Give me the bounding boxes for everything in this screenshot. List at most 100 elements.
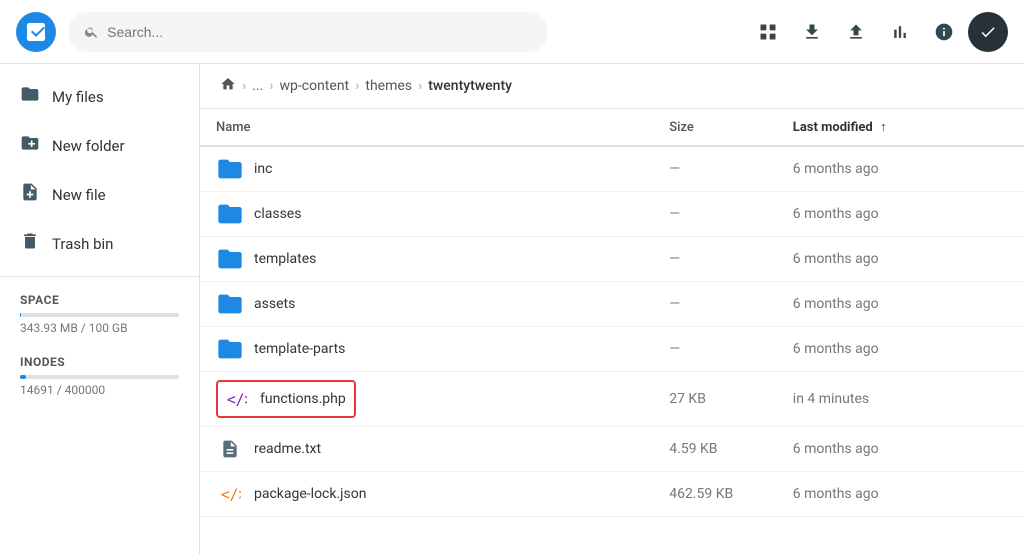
inodes-bar-fill [20, 375, 26, 379]
table-row[interactable]: </> package-lock.json 462.59 KB 6 months… [200, 472, 1024, 517]
download-button[interactable] [792, 12, 832, 52]
file-name-cell: template-parts [216, 335, 637, 363]
file-name: readme.txt [254, 441, 321, 457]
trash-icon [20, 231, 40, 256]
file-modified: 6 months ago [777, 327, 1024, 372]
table-row[interactable]: template-parts — 6 months ago [200, 327, 1024, 372]
space-section-title: Space [0, 285, 199, 309]
sidebar-item-new-folder[interactable]: New folder [0, 121, 199, 170]
table-row[interactable]: </> functions.php 27 KB in 4 minutes [200, 372, 1024, 427]
file-size: — [653, 146, 777, 192]
sort-arrow: ↑ [880, 120, 887, 135]
space-text: 343.93 MB / 100 GB [20, 321, 179, 335]
file-name: assets [254, 296, 295, 312]
info-button[interactable] [924, 12, 964, 52]
file-size: — [653, 327, 777, 372]
table-row[interactable]: inc — 6 months ago [200, 146, 1024, 192]
space-bar-background [20, 313, 179, 317]
table-row[interactable]: templates — 6 months ago [200, 237, 1024, 282]
file-size: 462.59 KB [653, 472, 777, 517]
inodes-text: 14691 / 400000 [20, 383, 179, 397]
sidebar-item-trash-label: Trash bin [52, 235, 113, 253]
file-name-cell: </> package-lock.json [216, 480, 637, 508]
file-name-cell: classes [216, 200, 637, 228]
table-row[interactable]: assets — 6 months ago [200, 282, 1024, 327]
file-name: package-lock.json [254, 486, 366, 502]
file-name: inc [254, 161, 272, 177]
file-name: classes [254, 206, 301, 222]
main-content: › ... › wp-content › themes › twentytwen… [200, 64, 1024, 554]
sidebar-divider-1 [0, 276, 199, 277]
sidebar: My files New folder New file Trash bin S… [0, 64, 200, 554]
col-header-modified[interactable]: Last modified ↑ [777, 109, 1024, 146]
highlighted-file-name: </> functions.php [216, 380, 356, 418]
file-size: 4.59 KB [653, 427, 777, 472]
folder-icon [216, 290, 244, 318]
table-row[interactable]: classes — 6 months ago [200, 192, 1024, 237]
file-name-td: classes [200, 192, 653, 237]
folder-icon [216, 245, 244, 273]
stats-button[interactable] [880, 12, 920, 52]
col-header-name[interactable]: Name [200, 109, 653, 146]
inodes-bar-background [20, 375, 179, 379]
breadcrumb-sep-0: › [242, 78, 246, 94]
check-icon [979, 23, 997, 41]
sidebar-item-trash-bin[interactable]: Trash bin [0, 219, 199, 268]
breadcrumb-wp-content[interactable]: wp-content [280, 78, 350, 94]
file-name: templates [254, 251, 316, 267]
breadcrumb-sep-2: › [355, 78, 359, 94]
app-logo[interactable] [16, 12, 56, 52]
upload-icon [846, 22, 866, 42]
info-icon [934, 22, 954, 42]
breadcrumb-sep-3: › [418, 78, 422, 94]
file-size: — [653, 192, 777, 237]
sidebar-item-new-file[interactable]: New file [0, 170, 199, 219]
sidebar-item-my-files[interactable]: My files [0, 72, 199, 121]
sidebar-item-new-folder-label: New folder [52, 137, 125, 155]
app-header [0, 0, 1024, 64]
file-name-cell: assets [216, 290, 637, 318]
file-table: Name Size Last modified ↑ [200, 109, 1024, 517]
breadcrumb-themes[interactable]: themes [365, 78, 412, 94]
file-name-td: readme.txt [200, 427, 653, 472]
inodes-info: 14691 / 400000 [0, 371, 199, 409]
file-modified: in 4 minutes [777, 372, 1024, 427]
file-name: functions.php [260, 391, 346, 407]
folder-icon [216, 200, 244, 228]
folder-icon [216, 155, 244, 183]
file-name-td: </> package-lock.json [200, 472, 653, 517]
table-row[interactable]: readme.txt 4.59 KB 6 months ago [200, 427, 1024, 472]
file-name-td: templates [200, 237, 653, 282]
header-actions [748, 12, 1008, 52]
grid-icon [758, 22, 778, 42]
code-file-orange-icon: </> [216, 480, 244, 508]
space-info: 343.93 MB / 100 GB [0, 309, 199, 347]
home-icon[interactable] [220, 76, 236, 96]
breadcrumb-ellipsis[interactable]: ... [252, 78, 263, 94]
breadcrumb-sep-1: › [269, 78, 273, 94]
file-size: 27 KB [653, 372, 777, 427]
add-folder-icon [20, 133, 40, 158]
search-bar[interactable] [68, 12, 548, 52]
file-name-cell: readme.txt [216, 435, 637, 463]
grid-view-button[interactable] [748, 12, 788, 52]
code-file-icon: </> [222, 385, 250, 413]
file-table-wrapper: Name Size Last modified ↑ [200, 109, 1024, 554]
col-header-size[interactable]: Size [653, 109, 777, 146]
download-icon [802, 22, 822, 42]
file-name-cell: templates [216, 245, 637, 273]
file-name-td: inc [200, 146, 653, 192]
file-modified: 6 months ago [777, 146, 1024, 192]
breadcrumb: › ... › wp-content › themes › twentytwen… [200, 64, 1024, 109]
upload-button[interactable] [836, 12, 876, 52]
logo-icon [24, 20, 48, 44]
space-bar-fill [20, 313, 21, 317]
confirm-button[interactable] [968, 12, 1008, 52]
file-name-td: assets [200, 282, 653, 327]
sidebar-item-new-file-label: New file [52, 186, 106, 204]
folder-icon [216, 335, 244, 363]
search-icon [84, 24, 99, 40]
search-input[interactable] [107, 24, 532, 40]
file-modified: 6 months ago [777, 192, 1024, 237]
file-name: template-parts [254, 341, 345, 357]
